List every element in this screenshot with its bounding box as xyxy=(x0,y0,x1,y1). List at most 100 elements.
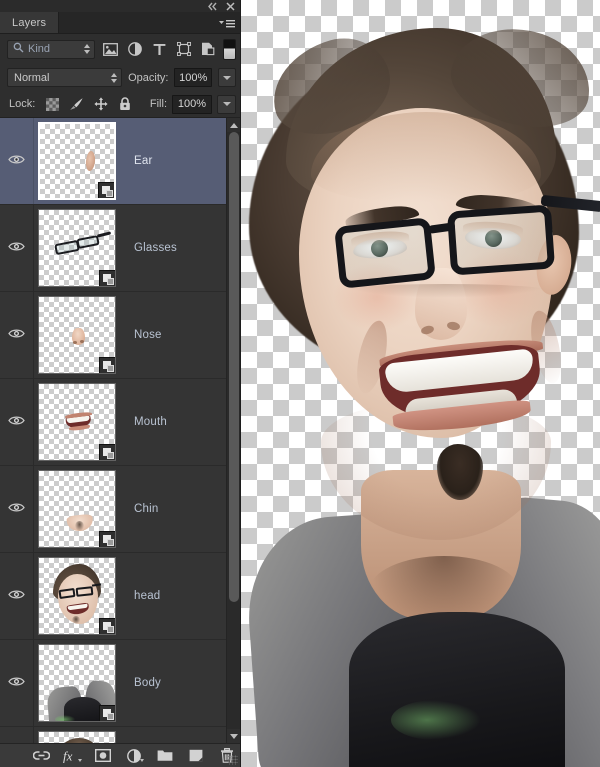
fill-dropdown-icon[interactable] xyxy=(217,94,236,114)
opacity-label: Opacity: xyxy=(128,71,169,84)
layer-thumbnail-cell[interactable] xyxy=(34,644,120,722)
blend-mode-bar: Normal Opacity: 100% xyxy=(0,64,240,91)
smart-object-badge-icon xyxy=(99,270,115,286)
link-layers-button[interactable] xyxy=(32,747,50,765)
fill-input[interactable]: 100% xyxy=(172,94,212,114)
pixel-layer-filter-icon[interactable] xyxy=(101,40,119,59)
layer-thumbnail[interactable] xyxy=(38,209,116,287)
layer-thumbnail[interactable] xyxy=(38,383,116,461)
layer-name[interactable]: Chin xyxy=(120,503,226,515)
layer-thumbnail-cell[interactable] xyxy=(34,470,120,548)
photo-tshirt xyxy=(349,612,565,767)
smart-object-badge-icon xyxy=(99,444,115,460)
layer-row-head[interactable]: head xyxy=(0,553,226,640)
add-layer-mask-button[interactable] xyxy=(94,747,112,765)
shape-layer-filter-icon[interactable] xyxy=(174,40,192,59)
layer-thumbnail[interactable] xyxy=(38,557,116,635)
layer-row-body[interactable]: Body xyxy=(0,640,226,727)
layer-thumbnail[interactable] xyxy=(38,644,116,722)
layer-visibility-toggle[interactable] xyxy=(0,379,34,465)
collapse-double-arrow-icon[interactable] xyxy=(207,1,218,12)
layers-list-container: Ear Glasses Nose Mouth Chin head Body xyxy=(0,117,240,743)
layer-visibility-toggle[interactable] xyxy=(0,292,34,378)
layer-thumbnail-art xyxy=(39,732,115,743)
layer-thumbnail-cell[interactable] xyxy=(34,383,120,461)
layer-thumbnail-cell[interactable] xyxy=(34,209,120,287)
smart-object-filter-icon[interactable] xyxy=(199,40,217,59)
close-icon[interactable] xyxy=(225,1,236,12)
opacity-input[interactable]: 100% xyxy=(174,68,213,87)
new-layer-button[interactable] xyxy=(187,747,205,765)
layer-name[interactable]: Glasses xyxy=(120,242,226,254)
lock-all-icon[interactable] xyxy=(117,97,132,112)
layer-thumbnail-cell[interactable] xyxy=(34,557,120,635)
fill-group: Fill: 100% xyxy=(149,94,236,114)
adjustment-layer-filter-icon[interactable] xyxy=(125,40,143,59)
tab-layers[interactable]: Layers xyxy=(0,12,60,33)
lock-position-icon[interactable] xyxy=(93,97,108,112)
photo-neck-shadow xyxy=(369,556,519,626)
panel-resize-grip[interactable] xyxy=(228,755,238,765)
layer-thumbnail-cell[interactable] xyxy=(34,731,120,743)
layer-name[interactable]: Ear xyxy=(120,155,226,167)
filter-kind-label: Kind xyxy=(28,43,51,55)
type-layer-filter-icon[interactable] xyxy=(150,40,168,59)
eye-icon xyxy=(8,674,25,692)
photoshop-layers-screen: Layers Kind Normal Opacity: 100% Lock: F… xyxy=(0,0,600,767)
layer-name[interactable]: head xyxy=(120,590,226,602)
fill-label: Fill: xyxy=(149,98,167,110)
layer-visibility-toggle[interactable] xyxy=(0,205,34,291)
new-group-button[interactable] xyxy=(156,747,174,765)
filter-kind-spinner-icon[interactable] xyxy=(83,43,91,56)
filter-kind-select[interactable]: Kind xyxy=(7,39,95,59)
layer-thumbnail-cell[interactable] xyxy=(34,122,120,200)
filter-bar: Kind xyxy=(0,34,240,64)
layer-visibility-toggle[interactable] xyxy=(0,466,34,552)
layer-thumbnail[interactable] xyxy=(38,470,116,548)
smart-object-badge-icon xyxy=(99,357,115,373)
layer-styles-button[interactable]: fx xyxy=(63,747,82,765)
layer-row-chin[interactable]: Chin xyxy=(0,466,226,553)
document-canvas[interactable] xyxy=(241,0,600,767)
layer-visibility-toggle[interactable] xyxy=(0,640,34,726)
eye-icon xyxy=(8,413,25,431)
layer-visibility-toggle[interactable] xyxy=(0,553,34,639)
lock-transparent-pixels-icon[interactable] xyxy=(45,97,60,112)
lock-bar: Lock: Fill: 100% xyxy=(0,91,240,117)
portrait-photo xyxy=(241,0,600,767)
lock-image-pixels-icon[interactable] xyxy=(69,97,84,112)
layer-visibility-toggle[interactable] xyxy=(0,727,34,743)
blend-mode-select[interactable]: Normal xyxy=(7,68,123,87)
layer-name[interactable]: Nose xyxy=(120,329,226,341)
blend-mode-spinner-icon[interactable] xyxy=(110,71,118,84)
layer-visibility-toggle[interactable] xyxy=(0,118,34,204)
opacity-dropdown-icon[interactable] xyxy=(218,68,236,87)
scroll-up-arrow-icon[interactable] xyxy=(226,118,240,132)
layer-thumbnail[interactable] xyxy=(38,122,116,200)
panel-titlebar xyxy=(0,0,240,12)
photo-glasses-shadow xyxy=(341,284,551,298)
layer-row-mouth[interactable]: Mouth xyxy=(0,379,226,466)
eye-icon xyxy=(8,152,25,170)
layer-name[interactable]: Mouth xyxy=(120,416,226,428)
layers-scrollbar[interactable] xyxy=(226,118,240,743)
layer-thumbnail-cell[interactable] xyxy=(34,296,120,374)
layers-panel: Layers Kind Normal Opacity: 100% Lock: F… xyxy=(0,0,241,767)
scroll-down-arrow-icon[interactable] xyxy=(226,729,240,743)
layer-thumbnail[interactable] xyxy=(38,731,116,743)
scrollbar-thumb[interactable] xyxy=(228,132,239,602)
layers-list[interactable]: Ear Glasses Nose Mouth Chin head Body xyxy=(0,118,226,743)
new-adjustment-layer-button[interactable] xyxy=(125,747,144,765)
filter-enable-toggle[interactable] xyxy=(223,38,236,60)
scrollbar-track[interactable] xyxy=(226,132,240,729)
blend-mode-value: Normal xyxy=(14,71,50,84)
eye-icon xyxy=(8,587,25,605)
layer-thumbnail[interactable] xyxy=(38,296,116,374)
layer-row-partial[interactable] xyxy=(0,727,226,743)
layer-row-ear[interactable]: Ear xyxy=(0,118,226,205)
panel-tabstrip: Layers xyxy=(0,12,240,34)
layer-row-nose[interactable]: Nose xyxy=(0,292,226,379)
layer-name[interactable]: Body xyxy=(120,677,226,689)
layer-row-glasses[interactable]: Glasses xyxy=(0,205,226,292)
panel-menu-icon[interactable] xyxy=(219,17,235,28)
